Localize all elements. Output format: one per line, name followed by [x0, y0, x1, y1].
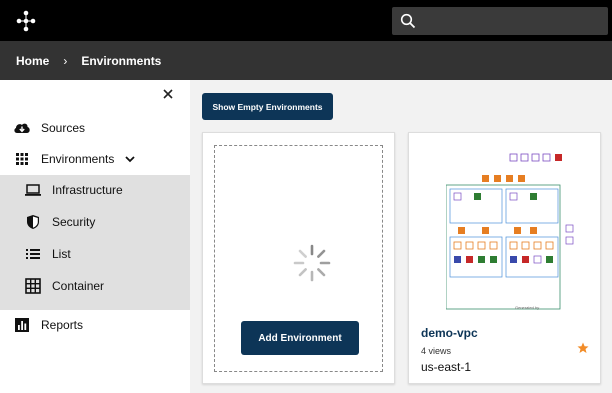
dropzone: Add Environment	[214, 145, 383, 372]
sidebar-item-infrastructure[interactable]: Infrastructure	[0, 175, 190, 205]
favorite-star-icon[interactable]	[577, 342, 589, 354]
loading-spinner-icon	[293, 244, 331, 282]
environment-views: 4 views	[421, 346, 452, 356]
app-logo-icon[interactable]	[14, 9, 38, 33]
sidebar-item-label: Environments	[41, 152, 115, 166]
environment-region: us-east-1	[421, 360, 472, 374]
show-empty-environments-button[interactable]: Show Empty Environments	[202, 93, 333, 120]
top-bar	[0, 0, 612, 41]
environment-name[interactable]: demo-vpc	[421, 326, 478, 340]
add-environment-card: Add Environment	[202, 132, 395, 384]
sidebar-item-label: Container	[52, 279, 105, 293]
sidebar-item-label: Security	[52, 215, 96, 229]
grid-icon	[16, 153, 28, 165]
list-icon	[26, 249, 40, 259]
breadcrumb-current[interactable]: Environments	[81, 54, 161, 68]
environments-submenu: Infrastructure Security List Container	[0, 175, 190, 310]
generated-by-label: Generated by	[515, 305, 540, 310]
sidebar-item-label: Sources	[41, 121, 86, 135]
add-environment-button[interactable]: Add Environment	[241, 321, 359, 355]
search-input[interactable]	[392, 7, 608, 35]
close-icon[interactable]	[160, 86, 176, 102]
sidebar-item-environments[interactable]: Environments	[0, 144, 190, 174]
shield-icon	[27, 215, 39, 229]
environment-diagram-thumbnail[interactable]	[446, 153, 588, 313]
sidebar-item-label: Infrastructure	[52, 183, 123, 197]
table-grid-icon	[25, 278, 41, 294]
laptop-icon	[25, 184, 41, 196]
bar-chart-icon	[15, 318, 29, 332]
chevron-down-icon[interactable]	[124, 154, 136, 164]
sidebar-item-list[interactable]: List	[0, 239, 190, 269]
sidebar-item-reports[interactable]: Reports	[0, 310, 190, 340]
sidebar: Sources Environments Infrastructure Secu…	[0, 80, 190, 393]
sidebar-item-container[interactable]: Container	[0, 271, 190, 301]
sidebar-item-label: List	[52, 247, 71, 261]
sidebar-item-sources[interactable]: Sources	[0, 113, 190, 143]
breadcrumb-home[interactable]: Home	[16, 54, 49, 68]
environment-card[interactable]: Generated by demo-vpc 4 views us-east-1	[408, 132, 601, 384]
sidebar-item-label: Reports	[41, 318, 84, 332]
main-content: Show Empty Environments Add Environment	[190, 80, 612, 393]
breadcrumb: Home › Environments	[0, 41, 612, 80]
sidebar-item-security[interactable]: Security	[0, 207, 190, 237]
breadcrumb-separator: ›	[63, 53, 68, 68]
search-icon	[400, 13, 416, 29]
cloud-download-icon	[14, 123, 30, 133]
